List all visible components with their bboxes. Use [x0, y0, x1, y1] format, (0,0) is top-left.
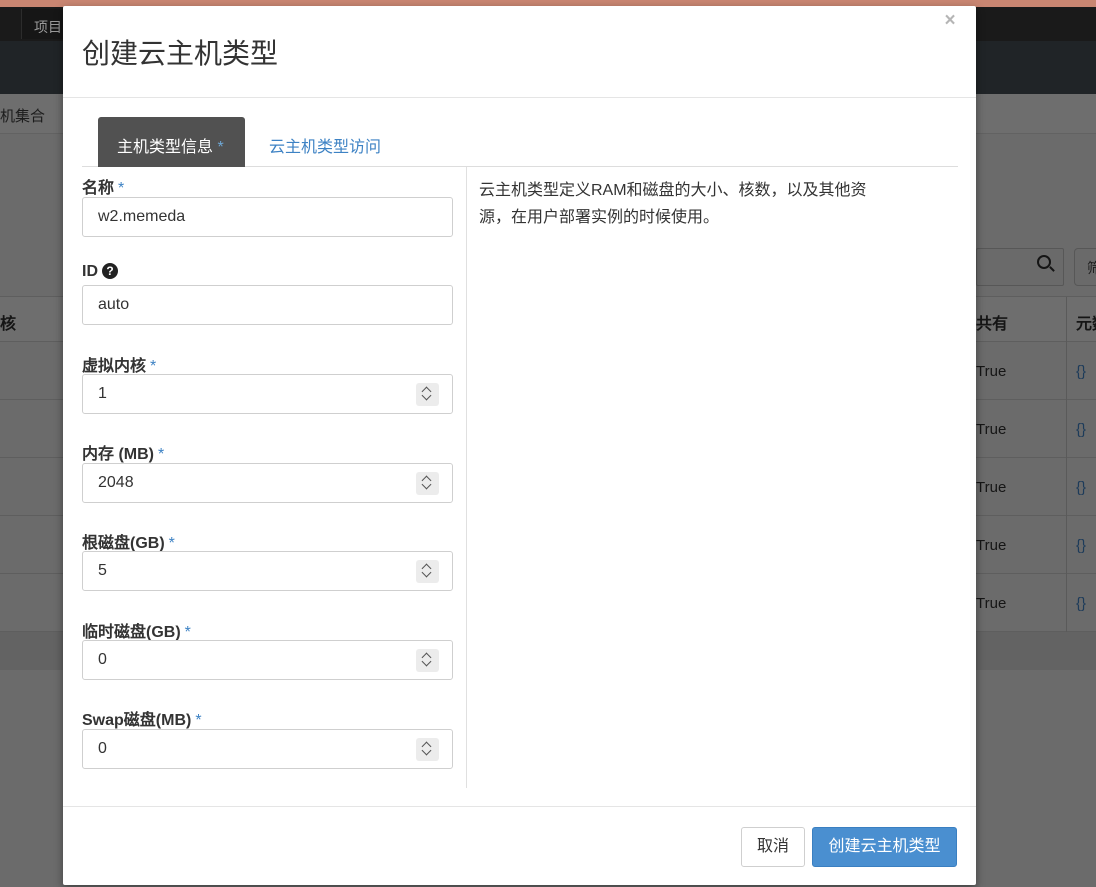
ram-field-label: 内存 (MB) *	[82, 440, 164, 464]
cell-public: True	[976, 479, 1007, 496]
id-field-label: ID?	[82, 263, 118, 281]
required-marker: *	[118, 180, 125, 197]
required-marker: *	[217, 139, 224, 156]
ephemeral-disk-label-text: 临时磁盘(GB)	[82, 624, 181, 641]
swap-disk-value: 0	[98, 740, 107, 757]
swap-disk-field-label: Swap磁盘(MB) *	[82, 706, 202, 730]
vcpus-label-text: 虚拟内核	[82, 358, 147, 375]
column-divider	[466, 167, 467, 788]
ram-input[interactable]: 2048	[82, 463, 453, 503]
column-header-public: 共有	[976, 316, 1009, 333]
cell-metadata-link[interactable]: {}	[1076, 363, 1086, 380]
root-disk-value: 5	[98, 562, 107, 579]
ram-value: 2048	[98, 474, 134, 491]
dialog-tabs: 主机类型信息 * 云主机类型访问	[82, 117, 958, 167]
vcpus-input[interactable]: 1	[82, 374, 453, 414]
flavor-description: 云主机类型定义RAM和磁盘的大小、核数，以及其他资源，在用户部署实例的时候使用。	[479, 182, 867, 226]
dialog-footer: 取消 创建云主机类型	[63, 806, 976, 885]
root-disk-field-label: 根磁盘(GB) *	[82, 529, 175, 553]
create-flavor-dialog: 创建云主机类型 × 主机类型信息 * 云主机类型访问 名称 * w2.memeda…	[63, 6, 976, 885]
column-divider	[1066, 458, 1067, 516]
dialog-title: 创建云主机类型	[82, 38, 279, 69]
vcpus-value: 1	[98, 385, 107, 402]
root-disk-input[interactable]: 5	[82, 551, 453, 591]
tab-flavor-info-label: 主机类型信息	[117, 139, 214, 156]
column-divider	[1066, 342, 1067, 400]
ephemeral-disk-field-label: 临时磁盘(GB) *	[82, 618, 191, 642]
cell-public: True	[976, 537, 1007, 554]
tab-flavor-access[interactable]: 云主机类型访问	[250, 117, 400, 167]
swap-disk-label-text: Swap磁盘(MB)	[82, 712, 192, 729]
filter-button[interactable]: 筛	[1074, 248, 1096, 286]
tab-flavor-info[interactable]: 主机类型信息 *	[98, 117, 245, 167]
number-stepper[interactable]	[416, 649, 439, 672]
column-header-cores: 核	[0, 316, 17, 333]
ephemeral-disk-input[interactable]: 0	[82, 640, 453, 680]
column-divider	[1066, 400, 1067, 458]
required-marker: *	[150, 358, 157, 375]
swap-disk-input[interactable]: 0	[82, 729, 453, 769]
breadcrumb-label: 机集合	[0, 108, 46, 125]
create-flavor-button[interactable]: 创建云主机类型	[812, 827, 957, 867]
cell-metadata-link[interactable]: {}	[1076, 479, 1086, 496]
cell-metadata-link[interactable]: {}	[1076, 421, 1086, 438]
id-label-text: ID	[82, 263, 98, 280]
ephemeral-disk-value: 0	[98, 651, 107, 668]
help-icon[interactable]: ?	[102, 263, 118, 279]
name-input[interactable]: w2.memeda	[82, 197, 453, 237]
cancel-button[interactable]: 取消	[741, 827, 805, 867]
search-icon[interactable]	[1037, 255, 1051, 269]
number-stepper[interactable]	[416, 383, 439, 406]
close-icon[interactable]: ×	[939, 10, 961, 32]
column-divider	[1066, 516, 1067, 574]
flavor-form: 名称 * w2.memeda ID? auto 虚拟内核 * 1 内存 (MB) * …	[82, 167, 467, 788]
cell-public: True	[976, 421, 1007, 438]
tab-flavor-access-label: 云主机类型访问	[269, 139, 382, 156]
root-disk-label-text: 根磁盘(GB)	[82, 535, 165, 552]
required-marker: *	[195, 712, 202, 729]
name-field-label: 名称 *	[82, 174, 124, 198]
ram-label-text: 内存 (MB)	[82, 446, 154, 463]
name-label-text: 名称	[82, 180, 115, 197]
required-marker: *	[184, 624, 191, 641]
search-input[interactable]	[976, 248, 1064, 286]
vcpus-field-label: 虚拟内核 *	[82, 352, 156, 376]
number-stepper[interactable]	[416, 738, 439, 761]
id-input[interactable]: auto	[82, 285, 453, 325]
dialog-header: 创建云主机类型 ×	[63, 6, 976, 98]
column-divider: 元数据	[1066, 297, 1096, 343]
number-stepper[interactable]	[416, 472, 439, 495]
cell-public: True	[976, 363, 1007, 380]
cell-metadata-link[interactable]: {}	[1076, 537, 1086, 554]
number-stepper[interactable]	[416, 560, 439, 583]
cell-metadata-link[interactable]: {}	[1076, 595, 1086, 612]
cell-public: True	[976, 595, 1007, 612]
required-marker: *	[168, 535, 175, 552]
column-divider	[1066, 574, 1067, 632]
column-header-metadata: 元数据	[1076, 316, 1096, 333]
required-marker: *	[158, 446, 165, 463]
